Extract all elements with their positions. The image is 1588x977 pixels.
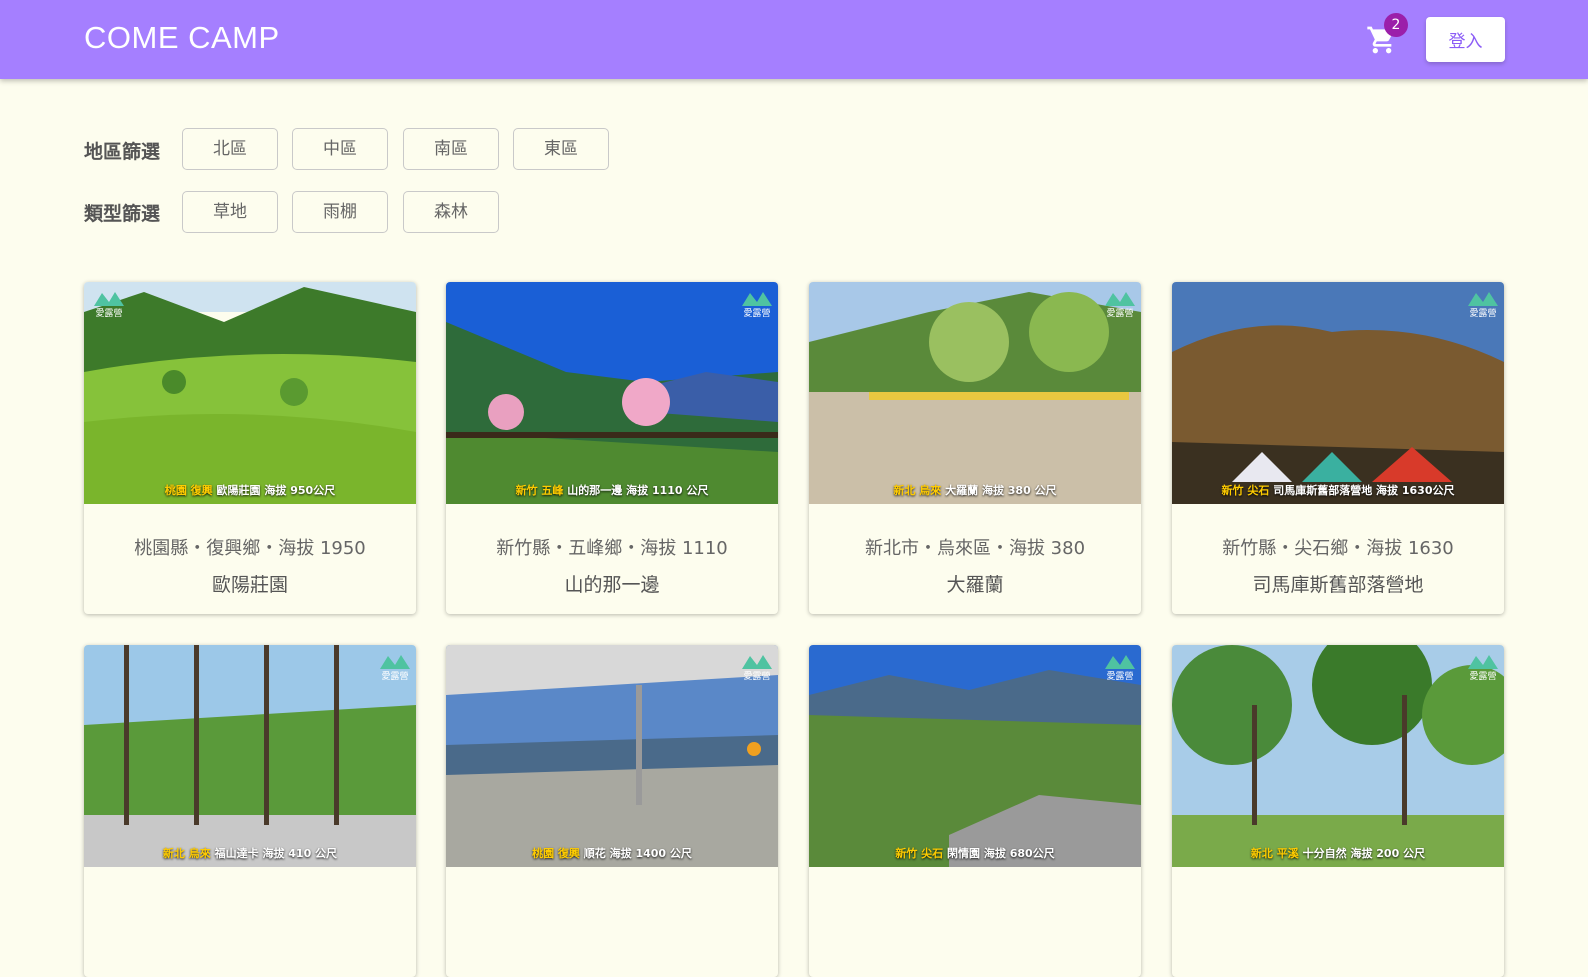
- region-chip-north[interactable]: 北區: [182, 128, 278, 170]
- camp-card[interactable]: 愛露營 新竹 尖石 閑情園 海拔 680公尺: [809, 645, 1141, 977]
- brand-title[interactable]: COME CAMP: [84, 20, 280, 56]
- camp-name: 司馬庫斯舊部落營地: [1252, 574, 1424, 596]
- photo-caption: 新竹 尖石 司馬庫斯舊部落營地 海拔 1630公尺: [1221, 484, 1455, 497]
- photo-caption: 新北 平溪 十分自然 海拔 200 公尺: [1250, 847, 1426, 860]
- photo-caption: 新北 烏來 福山達卡 海拔 410 公尺: [162, 847, 338, 860]
- camp-photo: 愛露營 桃園 復興 順花 海拔 1400 公尺: [446, 645, 778, 867]
- photo-caption: 桃園 復興 順花 海拔 1400 公尺: [532, 847, 692, 860]
- photo-caption: 桃園 復興 歐陽莊園 海拔 950公尺: [164, 484, 336, 497]
- type-chip-grass[interactable]: 草地: [182, 191, 278, 233]
- camp-photo: 愛露營 新竹 尖石 司馬庫斯舊部落營地 海拔 1630公尺: [1172, 282, 1504, 504]
- camp-photo: 愛露營 新竹 尖石 閑情園 海拔 680公尺: [809, 645, 1141, 867]
- camp-name: 歐陽莊園: [211, 574, 288, 596]
- login-button[interactable]: 登入: [1426, 17, 1505, 62]
- camp-location: 桃園縣・復興鄉・海拔 1950: [134, 538, 366, 559]
- brand-logo-icon: 愛露營: [380, 653, 410, 682]
- type-chip-forest[interactable]: 森林: [403, 191, 499, 233]
- camp-name: 大羅蘭: [946, 574, 1004, 596]
- brand-logo-icon: 愛露營: [742, 290, 772, 319]
- camp-card[interactable]: 愛露營 桃園 復興 歐陽莊園 海拔 950公尺 桃園縣・復興鄉・海拔 1950 …: [84, 282, 416, 614]
- camp-photo: 愛露營 桃園 復興 歐陽莊園 海拔 950公尺: [84, 282, 416, 504]
- brand-logo-icon: 愛露營: [1468, 653, 1498, 682]
- photo-caption: 新竹 五峰 山的那一邊 海拔 1110 公尺: [515, 484, 709, 497]
- region-chip-east[interactable]: 東區: [513, 128, 609, 170]
- camp-photo: 愛露營 新竹 五峰 山的那一邊 海拔 1110 公尺: [446, 282, 778, 504]
- camp-location: 新竹縣・尖石鄉・海拔 1630: [1222, 538, 1454, 559]
- camp-card[interactable]: 愛露營 新北 烏來 福山達卡 海拔 410 公尺: [84, 645, 416, 977]
- camp-card[interactable]: 愛露營 新北 烏來 大羅蘭 海拔 380 公尺 新北市・烏來區・海拔 380 大…: [809, 282, 1141, 614]
- camp-name: 山的那一邊: [564, 574, 660, 596]
- camp-photo: 愛露營 新北 平溪 十分自然 海拔 200 公尺: [1172, 645, 1504, 867]
- camp-location: 新竹縣・五峰鄉・海拔 1110: [496, 538, 728, 559]
- region-filter-label: 地區篩選: [84, 141, 161, 163]
- camp-card[interactable]: 愛露營 新北 平溪 十分自然 海拔 200 公尺: [1172, 645, 1504, 977]
- camp-card[interactable]: 愛露營 新竹 尖石 司馬庫斯舊部落營地 海拔 1630公尺 新竹縣・尖石鄉・海拔…: [1172, 282, 1504, 614]
- brand-logo-icon: 愛露營: [94, 290, 124, 319]
- top-app-bar: COME CAMP 2 登入: [0, 0, 1588, 79]
- brand-logo-icon: 愛露營: [742, 653, 772, 682]
- camp-photo: 愛露營 新北 烏來 福山達卡 海拔 410 公尺: [84, 645, 416, 867]
- type-chip-canopy[interactable]: 雨棚: [292, 191, 388, 233]
- photo-caption: 新竹 尖石 閑情園 海拔 680公尺: [895, 847, 1055, 860]
- cart-count-badge: 2: [1384, 13, 1408, 37]
- type-filter-label: 類型篩選: [84, 203, 161, 225]
- camp-card[interactable]: 愛露營 新竹 五峰 山的那一邊 海拔 1110 公尺 新竹縣・五峰鄉・海拔 11…: [446, 282, 778, 614]
- camp-card[interactable]: 愛露營 桃園 復興 順花 海拔 1400 公尺: [446, 645, 778, 977]
- brand-logo-icon: 愛露營: [1105, 290, 1135, 319]
- camp-photo: 愛露營 新北 烏來 大羅蘭 海拔 380 公尺: [809, 282, 1141, 504]
- photo-caption: 新北 烏來 大羅蘭 海拔 380 公尺: [893, 484, 1057, 497]
- region-chip-central[interactable]: 中區: [292, 128, 388, 170]
- brand-logo-icon: 愛露營: [1105, 653, 1135, 682]
- region-chip-south[interactable]: 南區: [403, 128, 499, 170]
- camp-location: 新北市・烏來區・海拔 380: [864, 538, 1086, 559]
- brand-logo-icon: 愛露營: [1468, 290, 1498, 319]
